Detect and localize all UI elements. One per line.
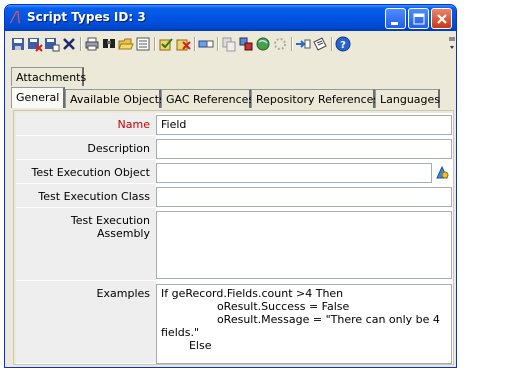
- open-folder-icon[interactable]: [118, 36, 134, 52]
- settings-icon[interactable]: [272, 36, 288, 52]
- tab-gac-references[interactable]: GAC References: [161, 89, 255, 108]
- save-new-icon[interactable]: [44, 36, 60, 52]
- workflow-icon[interactable]: [238, 36, 254, 52]
- tab-label: GAC References: [166, 93, 255, 106]
- clipboard-icon[interactable]: [312, 36, 328, 52]
- general-tab-panel: Name Field Description Test Execution Ob…: [13, 110, 454, 365]
- tab-label: Attachments: [16, 71, 87, 84]
- description-label: Description: [16, 136, 156, 160]
- copy-icon[interactable]: [221, 36, 237, 52]
- close-button[interactable]: [431, 8, 452, 29]
- print-icon[interactable]: [84, 36, 100, 52]
- toolbar-overflow-chevron[interactable]: [449, 34, 455, 54]
- link-icon[interactable]: [295, 36, 311, 52]
- find-icon[interactable]: [101, 36, 117, 52]
- test-execution-assembly-field[interactable]: [156, 211, 452, 279]
- examples-field[interactable]: If geRecord.Fields.count >4 Then oResult…: [156, 284, 452, 364]
- delete-icon[interactable]: [61, 36, 77, 52]
- toolbar-separator: [80, 37, 81, 51]
- tab-languages[interactable]: Languages: [375, 89, 440, 108]
- minimize-button[interactable]: [385, 8, 406, 29]
- examples-label: Examples: [16, 281, 156, 364]
- name-field[interactable]: Field: [156, 115, 452, 135]
- test-execution-class-field[interactable]: [156, 187, 452, 207]
- check-icon[interactable]: [158, 36, 174, 52]
- tab-repository-references[interactable]: Repository References: [251, 89, 379, 108]
- globe-icon[interactable]: [255, 36, 271, 52]
- property-grid: Name Field Description Test Execution Ob…: [16, 113, 453, 364]
- object-picker-button[interactable]: [434, 164, 451, 181]
- save-icon[interactable]: [10, 36, 26, 52]
- window-title: Script Types ID: 3: [27, 10, 146, 24]
- tab-label: Repository References: [256, 93, 380, 106]
- toolbar-separator: [291, 37, 292, 51]
- maximize-icon: [413, 13, 425, 25]
- toolbar-separator: [154, 37, 155, 51]
- toolbar: ?: [8, 34, 455, 54]
- test-execution-object-label: Test Execution Object: [16, 160, 156, 184]
- tab-available-objects[interactable]: Available Objects: [65, 89, 165, 108]
- app-logo-icon: /\: [11, 8, 22, 26]
- test-execution-object-field[interactable]: [156, 163, 432, 183]
- close-icon: [437, 14, 447, 24]
- minimize-icon: [391, 22, 398, 25]
- test-execution-assembly-label: Test Execution Assembly: [16, 208, 156, 281]
- script-types-window: /\ Script Types ID: 3 ? Attachments Gene…: [4, 4, 457, 368]
- tab-general[interactable]: General: [11, 87, 65, 108]
- object-picker-icon: [436, 165, 449, 179]
- toolbar-separator: [194, 37, 195, 51]
- toolbar-separator: [217, 37, 218, 51]
- tab-label: Available Objects: [70, 93, 165, 106]
- toolbar-separator: [331, 37, 332, 51]
- name-label: Name: [16, 113, 156, 136]
- maximize-button[interactable]: [408, 8, 429, 29]
- tab-attachments[interactable]: Attachments: [11, 67, 87, 86]
- list-icon[interactable]: [135, 36, 151, 52]
- test-execution-class-label: Test Execution Class: [16, 184, 156, 208]
- tools-icon[interactable]: [175, 36, 191, 52]
- save-close-icon[interactable]: [27, 36, 43, 52]
- tab-label: General: [16, 91, 60, 104]
- title-bar[interactable]: /\ Script Types ID: 3: [5, 5, 456, 31]
- svg-text:?: ?: [340, 40, 346, 51]
- tab-label: Languages: [380, 93, 441, 106]
- split-icon[interactable]: [198, 36, 214, 52]
- description-field[interactable]: [156, 139, 452, 159]
- help-icon[interactable]: ?: [335, 36, 351, 52]
